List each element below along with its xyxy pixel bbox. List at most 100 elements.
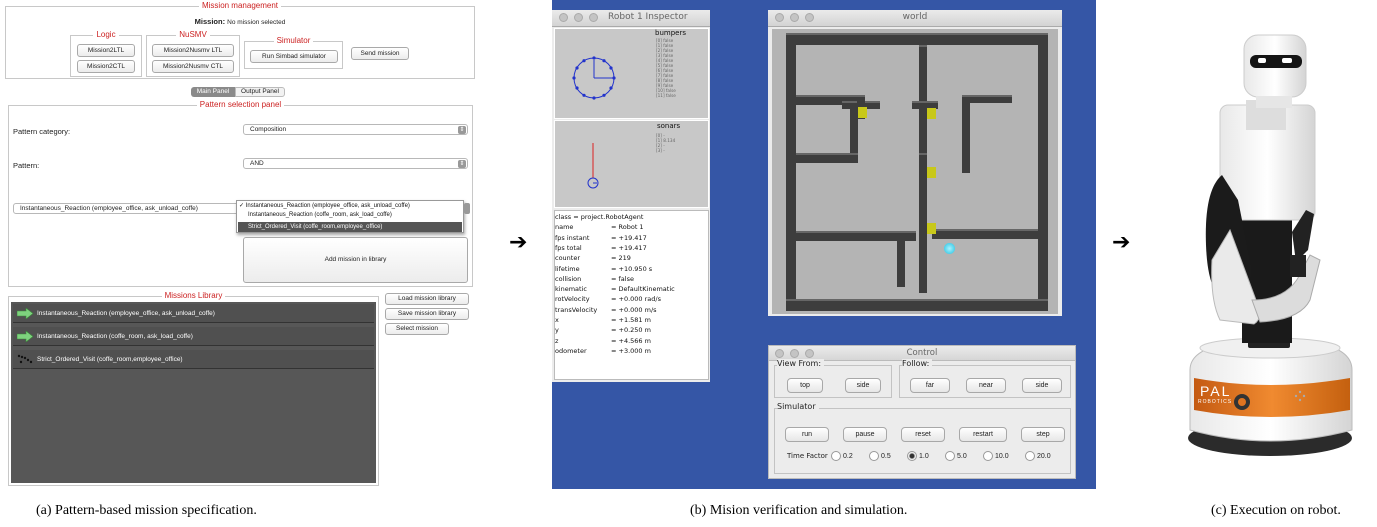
arrow-right-icon: ➔ <box>509 230 528 255</box>
time-factor-option: 20.0 <box>1037 453 1051 460</box>
time-factor-radio[interactable]: 10.0 <box>983 451 1009 462</box>
chevron-down-icon: ⇕ <box>458 160 466 168</box>
inspector-property-key: fps instant <box>555 233 590 242</box>
view-top-button[interactable]: top <box>787 378 823 393</box>
add-mission-button[interactable]: Add mission in library <box>243 237 468 283</box>
inspector-property-value: = +0.000 rad/s <box>611 295 661 304</box>
wall <box>932 229 1038 239</box>
wall <box>919 153 927 293</box>
load-library-button[interactable]: Load mission library <box>385 293 469 305</box>
minimize-icon[interactable] <box>574 13 583 22</box>
inspector-property-row: y = +0.250 m <box>555 326 651 334</box>
world-view[interactable] <box>772 29 1058 314</box>
list-item[interactable]: Instantaneous_Reaction (employee_office,… <box>13 304 374 323</box>
inspector-property-key: name <box>555 223 574 232</box>
control-title: Control <box>906 348 938 358</box>
zoom-icon[interactable] <box>589 13 598 22</box>
dropdown-option[interactable]: Instantaneous_Reaction (coffe_room, ask_… <box>248 212 392 218</box>
save-library-button[interactable]: Save mission library <box>385 308 469 320</box>
logic-group: Logic Mission2LTL Mission2CTL <box>70 30 142 77</box>
right-mission-dropdown[interactable]: ✓ Instantaneous_Reaction (employee_offic… <box>236 200 464 233</box>
inspector-property-key: odometer <box>555 346 587 355</box>
arrow-right-icon: ➔ <box>1112 230 1131 255</box>
time-factor-radio-selected[interactable]: 1.0 <box>907 451 929 462</box>
wall <box>897 231 905 287</box>
missions-library-title: Missions Library <box>161 291 226 300</box>
mission-management-group: Mission management Mission: No mission s… <box>5 1 475 79</box>
time-factor-option: 5.0 <box>957 453 967 460</box>
reset-button[interactable]: reset <box>901 427 945 442</box>
inspector-property-row: counter = 219 <box>555 254 631 262</box>
sonars-values: [0] - [1] 8.134 [2] - [3] - <box>656 133 675 153</box>
list-item[interactable]: Strict_Ordered_Visit (coffe_room,employe… <box>13 350 374 369</box>
inspector-property-key: lifetime <box>555 264 580 273</box>
bumpers-values: [0] false [1] false [2] false [3] false … <box>656 38 676 98</box>
close-icon[interactable] <box>559 13 568 22</box>
run-simbad-button[interactable]: Run Simbad simulator <box>250 50 338 63</box>
radio-icon <box>831 451 841 462</box>
time-factor-radio[interactable]: 20.0 <box>1025 451 1051 462</box>
time-factor-option: 0.5 <box>881 453 891 460</box>
run-button[interactable]: run <box>785 427 829 442</box>
view-from-title: View From: <box>777 359 825 368</box>
pattern-category-select[interactable]: Composition ⇕ <box>243 124 468 135</box>
send-mission-button[interactable]: Send mission <box>351 47 409 60</box>
library-item-label: Instantaneous_Reaction (employee_office,… <box>37 310 215 317</box>
list-item[interactable]: Instantaneous_Reaction (coffe_room, ask_… <box>13 327 374 346</box>
inspector-property-value: = +1.581 m <box>611 316 651 324</box>
mission2nusmv-ltl-button[interactable]: Mission2Nusmv LTL <box>152 44 234 57</box>
radio-icon <box>983 451 993 462</box>
dropdown-option[interactable]: ✓ Instantaneous_Reaction (employee_offic… <box>239 202 410 209</box>
pattern-selection-group: Pattern selection panel Pattern category… <box>8 100 473 287</box>
caption-b: (b) Mision verification and simulation. <box>690 503 908 518</box>
follow-near-button[interactable]: near <box>966 378 1006 393</box>
panel-b: Robot 1 Inspector bumpers [0] false [1] … <box>552 0 1096 489</box>
dropdown-option-selected[interactable]: Strict_Ordered_Visit (coffe_room,employe… <box>238 222 462 232</box>
mission-management-title: Mission management <box>198 1 282 10</box>
follow-side-button[interactable]: side <box>1022 378 1062 393</box>
bumper-value: [11] false <box>656 93 676 98</box>
left-mission-select[interactable]: Instantaneous_Reaction (employee_office,… <box>13 203 247 214</box>
select-mission-button[interactable]: Select mission <box>385 323 449 335</box>
pattern-category-label: Pattern category: <box>13 127 71 136</box>
mission2ltl-button[interactable]: Mission2LTL <box>77 44 135 57</box>
inspector-property-row: rotVelocity = +0.000 rad/s <box>555 295 661 303</box>
step-button[interactable]: step <box>1021 427 1065 442</box>
inspector-property-row: odometer = +3.000 m <box>555 347 651 355</box>
view-side-button[interactable]: side <box>845 378 881 393</box>
inspector-property-row: fps total = +19.417 <box>555 244 647 252</box>
inspector-property-value: = +4.566 m <box>611 336 651 345</box>
wall <box>786 299 1048 311</box>
mission-label: Mission: <box>194 17 226 26</box>
pause-button[interactable]: pause <box>843 427 887 442</box>
pattern-value: AND <box>250 160 264 167</box>
inspector-property-key: z <box>555 336 559 345</box>
inspector-property-key: y <box>555 326 559 335</box>
wall <box>786 33 796 309</box>
logic-title: Logic <box>93 30 119 39</box>
tab-output-panel[interactable]: Output Panel <box>235 87 285 97</box>
time-factor-radio[interactable]: 0.5 <box>869 451 891 462</box>
mission2ctl-button[interactable]: Mission2CTL <box>77 60 135 73</box>
time-factor-option: 1.0 <box>919 453 929 460</box>
bumpers-panel: bumpers [0] false [1] false [2] false [3… <box>554 28 709 119</box>
tab-main-panel[interactable]: Main Panel <box>191 87 235 97</box>
right-select-arrow[interactable] <box>464 203 470 214</box>
mission2nusmv-ctl-button[interactable]: Mission2Nusmv CTL <box>152 60 234 73</box>
time-factor-radio[interactable]: 0.2 <box>831 451 853 462</box>
time-factor-option: 0.2 <box>843 453 853 460</box>
pattern-select[interactable]: AND ⇕ <box>243 158 468 169</box>
panel-a: Mission management Mission: No mission s… <box>0 0 480 490</box>
radio-icon <box>869 451 879 462</box>
inspector-property-key: kinematic <box>555 285 587 294</box>
inspector-property-value: = +0.250 m <box>611 326 651 335</box>
chevron-down-icon: ⇕ <box>458 126 466 134</box>
inspector-property-row: collision = false <box>555 275 634 283</box>
time-factor-radio[interactable]: 5.0 <box>945 451 967 462</box>
wall <box>796 153 858 163</box>
restart-button[interactable]: restart <box>959 427 1007 442</box>
robot-brand-sub: ROBOTICS <box>1198 399 1233 405</box>
inspector-property-row: class = project.RobotAgent <box>555 213 643 221</box>
radio-icon <box>945 451 955 462</box>
follow-far-button[interactable]: far <box>910 378 950 393</box>
